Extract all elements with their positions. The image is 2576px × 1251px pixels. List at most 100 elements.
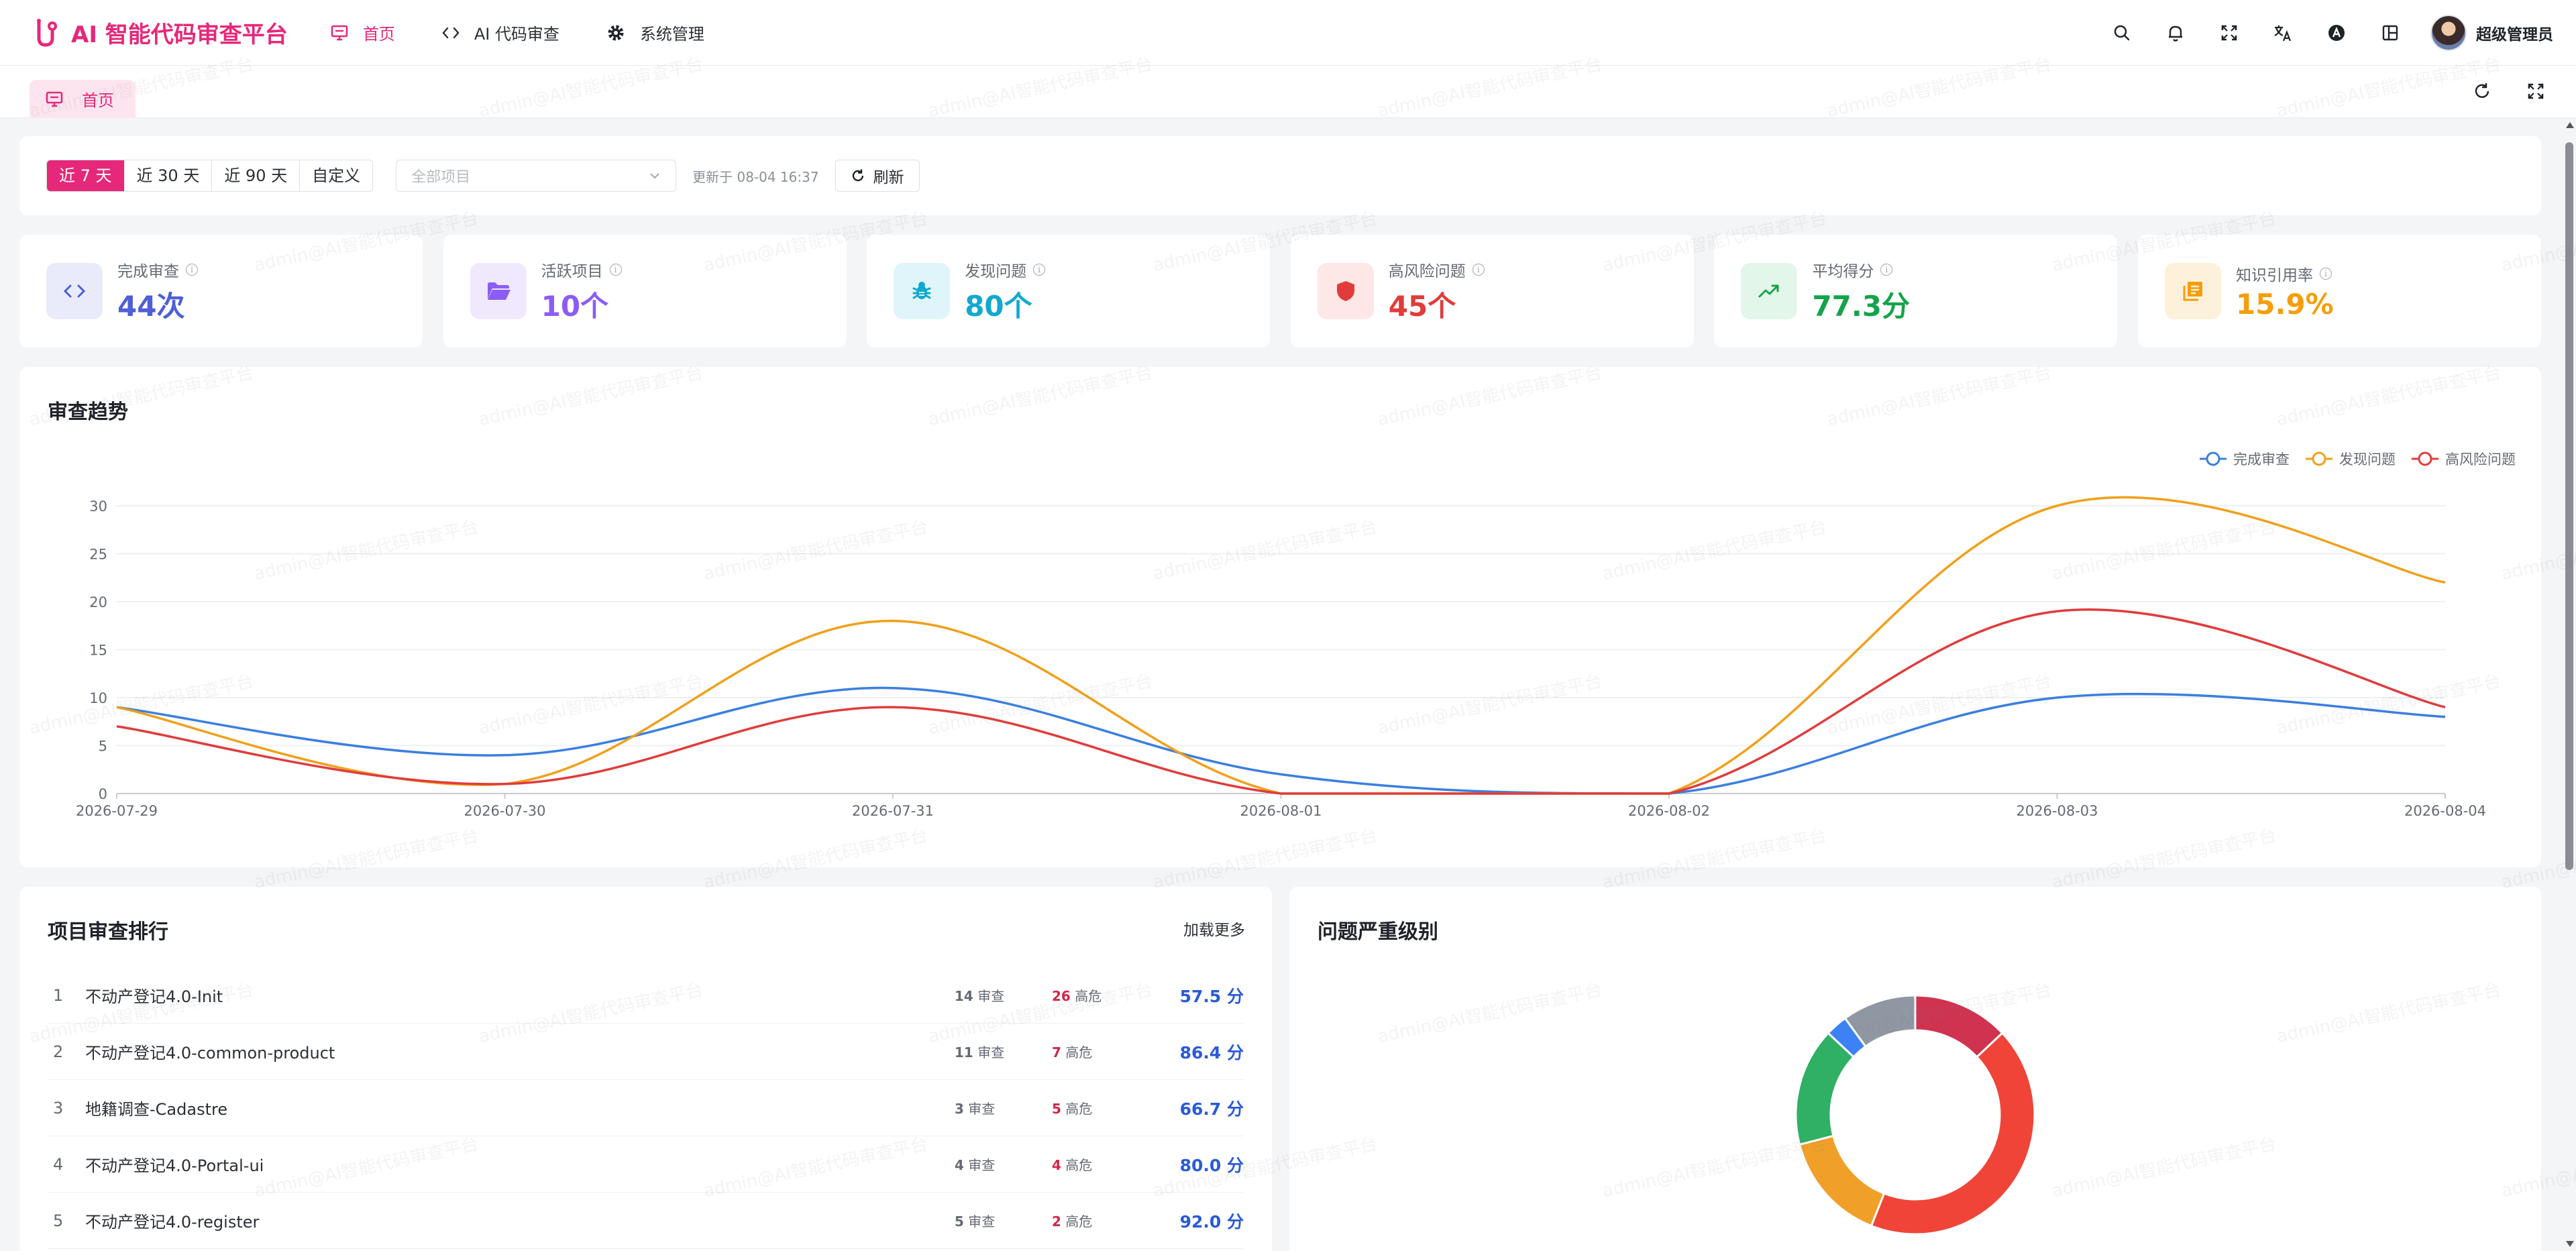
tab-label: 首页 [82,91,114,110]
project-name: 不动产登记4.0-register [85,1213,260,1232]
kpi-card: 平均得分 i 77.3分 [1714,235,2118,347]
tab-home[interactable]: 首页 [30,80,136,118]
scroll-up-arrow-icon[interactable] [2566,122,2574,128]
user-menu[interactable]: 超级管理员 [2430,15,2553,51]
table-row[interactable]: 3 地籍调查-Cadastre 3 审查 5 高危 66.7 分 [48,1080,1244,1136]
series-line [116,686,2446,795]
reload-icon[interactable] [2469,78,2496,105]
rank-number: 5 [53,1211,64,1230]
range-90-days-button[interactable]: 近 90 天 [212,160,301,191]
ranking-title: 项目审查排行 [48,920,168,944]
fullscreen-icon[interactable] [2216,19,2243,46]
brand-logo-icon [37,18,57,47]
kpi-label: 平均得分 [1812,262,1874,280]
range-30-days-button[interactable]: 近 30 天 [125,160,213,191]
kpi-label: 知识引用率 [2236,266,2313,284]
high-risk-count: 26 [1052,988,1071,1004]
review-suffix: 审查 [977,1044,1005,1060]
ranking-card: 项目审查排行 加载更多 1 不动产登记4.0-Init 14 审查 26 高危 … [19,887,1272,1251]
project-name: 地籍调查-Cadastre [85,1100,228,1119]
review-suffix: 审查 [968,1101,996,1117]
search-icon[interactable] [2108,19,2135,46]
review-count: 3 [955,1101,964,1117]
info-icon[interactable]: i [2320,267,2332,280]
y-tick-label: 20 [89,594,107,610]
trend-card: 审查趋势 0 5 10 15 20 25 30 2026-07-29 2026-07-30 202… [19,367,2541,867]
code-icon [442,27,460,38]
project-score: 80.0 分 [1179,1155,1244,1175]
theme-a-icon[interactable] [2323,19,2350,46]
scroll-down-arrow-icon[interactable] [2566,1241,2574,1247]
review-count: 4 [955,1157,964,1173]
range-7-days-button[interactable]: 近 7 天 [47,160,125,191]
refresh-icon [852,169,863,182]
y-tick-label: 15 [89,643,107,659]
x-tick-label: 2026-08-01 [1240,803,1322,819]
review-count: 14 [955,988,973,1004]
tab-strip: 首页 [0,66,2576,118]
high-risk-count: 5 [1052,1101,1061,1117]
severity-card: 问题严重级别 [1289,887,2541,1251]
project-select[interactable]: 全部项目 [396,160,677,192]
kpi-card: 完成审查 i 44次 [19,235,423,347]
top-navbar: AI 智能代码审查平台 首页 AI 代码审查 系统管理 超级管理员 [0,0,2576,66]
refresh-button[interactable]: 刷新 [835,160,920,192]
nav-item-system[interactable]: 系统管理 [606,21,704,44]
high-suffix: 高危 [1075,988,1102,1004]
project-score: 92.0 分 [1179,1211,1244,1232]
legend-item[interactable]: 完成审查 [2200,451,2290,468]
date-range-group: 近 7 天 近 30 天 近 90 天 自定义 [46,160,374,192]
legend-item[interactable]: 发现问题 [2306,451,2396,468]
table-row[interactable]: 4 不动产登记4.0-Portal-ui 4 审查 4 高危 80.0 分 [48,1136,1244,1193]
table-row[interactable]: 1 不动产登记4.0-Init 14 审查 26 高危 57.5 分 [48,967,1244,1024]
legend-marker [2418,451,2432,466]
kpi-value: 44次 [117,289,185,323]
table-row[interactable]: 5 不动产登记4.0-register 5 审查 2 高危 92.0 分 [48,1193,1244,1249]
bell-icon[interactable] [2162,19,2189,46]
info-icon[interactable]: i [186,263,198,276]
donut-slice[interactable] [1870,1032,2036,1236]
translate-icon[interactable] [2269,19,2296,46]
legend-item[interactable]: 高风险问题 [2412,451,2516,468]
review-suffix: 审查 [968,1157,996,1173]
page-scrollbar[interactable] [2563,118,2576,1251]
legend-label: 发现问题 [2339,451,2396,468]
kpi-value: 15.9% [2236,287,2334,321]
severity-donut-chart [1794,994,2036,1236]
info-icon[interactable]: i [1880,263,1893,276]
high-risk-count: 2 [1052,1213,1061,1230]
rank-number: 2 [53,1042,64,1061]
tab-tools [2442,78,2549,105]
kpi-value: 80个 [965,289,1032,323]
legend-label: 高风险问题 [2445,451,2516,468]
info-icon[interactable]: i [609,263,622,276]
brand[interactable]: AI 智能代码审查平台 [34,16,288,49]
kpi-card: 知识引用率 i 15.9% [2138,235,2541,347]
rank-number: 4 [53,1154,64,1174]
brand-name: AI 智能代码审查平台 [71,21,288,48]
y-tick-label: 30 [89,498,107,514]
gear-icon [608,25,624,40]
nav-item-code-review[interactable]: AI 代码审查 [442,21,559,44]
layout-icon[interactable] [2377,19,2404,46]
project-score: 57.5 分 [1179,986,1244,1006]
trend-up-icon [1741,263,1798,319]
y-tick-label: 10 [89,690,107,706]
maximize-icon[interactable] [2522,78,2549,105]
legend-marker [2312,451,2326,466]
high-suffix: 高危 [1065,1101,1093,1117]
scroll-thumb[interactable] [2565,142,2573,870]
table-row[interactable]: 2 不动产登记4.0-common-product 11 审查 7 高危 86.… [48,1024,1244,1080]
nav-item-label: 首页 [362,25,395,44]
donut-slice[interactable] [1798,1134,1886,1228]
x-tick-label: 2026-08-02 [1628,803,1710,819]
rank-number: 3 [53,1098,64,1118]
project-name: 不动产登记4.0-Portal-ui [85,1156,264,1175]
range-custom-button[interactable]: 自定义 [300,160,372,191]
info-icon[interactable]: i [1033,263,1046,276]
review-count: 11 [955,1044,973,1060]
load-more-link[interactable]: 加载更多 [1183,917,1245,940]
info-icon[interactable]: i [1472,263,1485,276]
refresh-label: 刷新 [873,169,904,186]
nav-item-home[interactable]: 首页 [331,21,395,44]
